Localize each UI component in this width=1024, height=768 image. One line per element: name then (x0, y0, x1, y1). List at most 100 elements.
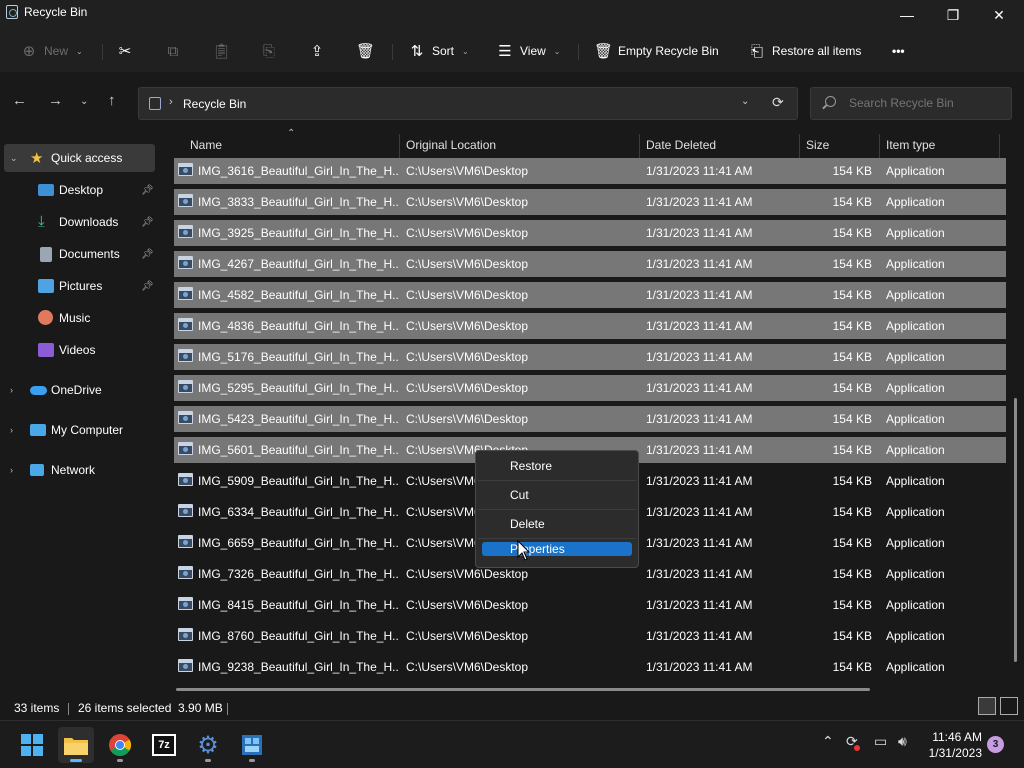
chrome-taskbar-button[interactable] (102, 727, 138, 763)
navigation-pane: ⌄ ★ Quick access Desktop 📌︎ ⤓ Downloads … (0, 134, 160, 688)
chevron-right-icon[interactable]: › (10, 385, 13, 395)
original-location: C:\Users\VM6\Desktop (406, 257, 529, 271)
sidebar-item-documents[interactable]: Documents 📌︎ (0, 240, 156, 268)
sidebar-item-music[interactable]: Music (0, 304, 156, 332)
table-row[interactable]: IMG_5423_Beautiful_Girl_In_The_H... C:\Us… (174, 406, 1006, 432)
details-view-icon[interactable] (978, 697, 996, 715)
application-file-icon (178, 628, 193, 641)
column-header-size[interactable]: Size (806, 138, 829, 152)
installer-icon (242, 735, 262, 755)
menu-item-properties[interactable]: Properties (482, 542, 632, 556)
sidebar-item-onedrive[interactable]: › OneDrive (0, 376, 156, 404)
table-row[interactable]: IMG_4582_Beautiful_Girl_In_The_H... C:\Us… (174, 282, 1006, 308)
close-button[interactable]: ✕ (976, 0, 1022, 30)
sidebar-item-desktop[interactable]: Desktop 📌︎ (0, 176, 156, 204)
sidebar-item-label: Music (59, 311, 91, 325)
chevron-right-icon[interactable]: › (10, 465, 13, 475)
app-taskbar-button[interactable] (234, 727, 270, 763)
clock-date: 1/31/2023 (928, 746, 982, 760)
sidebar-item-my-computer[interactable]: › My Computer (0, 416, 156, 444)
network-display-icon[interactable]: ▭ (874, 733, 887, 750)
chevron-right-icon[interactable]: › (169, 96, 173, 108)
column-divider[interactable] (879, 134, 880, 158)
cut-button[interactable]: ✂ (116, 39, 134, 63)
column-header-item-type[interactable]: Item type (886, 138, 935, 152)
file-explorer-taskbar-button[interactable] (58, 727, 94, 763)
up-arrow-icon[interactable]: ↑ (108, 92, 116, 109)
application-file-icon (178, 287, 193, 300)
copy-button[interactable]: ⧉ (164, 39, 182, 63)
new-button[interactable]: ⊕ New ⌄ (20, 39, 83, 63)
table-row[interactable]: IMG_3925_Beautiful_Girl_In_The_H... C:\Us… (174, 220, 1006, 246)
vertical-scrollbar[interactable] (1014, 398, 1017, 662)
back-arrow-icon[interactable]: ← (12, 92, 27, 109)
sidebar-item-videos[interactable]: Videos (0, 336, 156, 364)
column-header-original-location[interactable]: Original Location (406, 138, 496, 152)
pin-icon[interactable]: 📌︎ (141, 249, 154, 260)
menu-item-restore[interactable]: Restore (482, 455, 632, 477)
table-row[interactable]: IMG_3833_Beautiful_Girl_In_The_H... C:\Us… (174, 189, 1006, 215)
menu-item-cut[interactable]: Cut (482, 484, 632, 506)
file-size: 154 KB (832, 598, 872, 612)
sidebar-item-label: Downloads (59, 215, 119, 229)
sidebar-item-pictures[interactable]: Pictures 📌︎ (0, 272, 156, 300)
chevron-down-icon[interactable]: ⌄ (10, 153, 18, 164)
address-path[interactable]: Recycle Bin (183, 97, 246, 111)
table-row[interactable]: IMG_5176_Beautiful_Girl_In_The_H... C:\Us… (174, 344, 1006, 370)
recent-locations-chevron-icon[interactable]: ⌄ (80, 96, 88, 107)
show-hidden-icons-chevron-icon[interactable]: ⌃ (822, 733, 834, 750)
horizontal-scrollbar[interactable] (176, 688, 870, 691)
system-clock[interactable]: 11:46 AM 1/31/2023 (928, 729, 982, 761)
chevron-down-icon: ⌄ (76, 46, 83, 56)
table-row[interactable]: IMG_5295_Beautiful_Girl_In_The_H... C:\Us… (174, 375, 1006, 401)
table-row[interactable]: IMG_8760_Beautiful_Girl_In_The_H... C:\Us… (174, 623, 1006, 649)
column-divider[interactable] (399, 134, 400, 158)
view-button[interactable]: ☰ View ⌄ (496, 39, 560, 63)
forward-arrow-icon[interactable]: → (48, 92, 63, 109)
sidebar-item-network[interactable]: › Network (0, 456, 156, 484)
refresh-icon[interactable]: ⟳ (772, 94, 784, 111)
delete-button[interactable]: 🗑︎ (356, 39, 375, 63)
column-header-name[interactable]: Name (190, 138, 222, 152)
settings-taskbar-button[interactable]: ⚙ (190, 727, 226, 763)
sort-button[interactable]: ⇅ Sort ⌄ (408, 39, 469, 63)
file-name: IMG_3616_Beautiful_Girl_In_The_H... (198, 164, 398, 178)
item-type: Application (886, 660, 945, 674)
paste-button[interactable]: 📋︎ (212, 39, 231, 63)
address-bar[interactable]: › Recycle Bin ⌄ ⟳ (138, 87, 798, 120)
pin-icon[interactable]: 📌︎ (141, 281, 154, 292)
search-box[interactable] (810, 87, 1012, 120)
minimize-button[interactable]: — (884, 0, 930, 30)
7zip-taskbar-button[interactable]: 7z (146, 727, 182, 763)
table-row[interactable]: IMG_3616_Beautiful_Girl_In_The_H... C:\Us… (174, 158, 1006, 184)
date-deleted: 1/31/2023 11:41 AM (646, 443, 753, 457)
column-divider[interactable] (999, 134, 1000, 158)
table-row[interactable]: IMG_4836_Beautiful_Girl_In_The_H... C:\Us… (174, 313, 1006, 339)
table-row[interactable]: IMG_9238_Beautiful_Girl_In_The_H... C:\Us… (174, 654, 1006, 680)
column-divider[interactable] (639, 134, 640, 158)
pin-icon[interactable]: 📌︎ (141, 217, 154, 228)
file-size: 154 KB (832, 226, 872, 240)
empty-recycle-bin-button[interactable]: 🗑︎ Empty Recycle Bin (594, 39, 719, 63)
start-button[interactable] (14, 727, 50, 763)
large-icons-view-icon[interactable] (1000, 697, 1018, 715)
rename-button[interactable]: ⎘ (260, 39, 278, 63)
column-header-date-deleted[interactable]: Date Deleted (646, 138, 716, 152)
table-row[interactable]: IMG_8415_Beautiful_Girl_In_The_H... C:\Us… (174, 592, 1006, 618)
menu-item-delete[interactable]: Delete (482, 513, 632, 535)
more-options-button[interactable]: ••• (892, 39, 905, 63)
maximize-button[interactable]: ❐ (930, 0, 976, 30)
chevron-right-icon[interactable]: › (10, 425, 13, 435)
pin-icon[interactable]: 📌︎ (141, 185, 154, 196)
volume-icon[interactable]: 🔊︎ (898, 733, 907, 750)
sidebar-item-quick-access[interactable]: ⌄ ★ Quick access (4, 144, 155, 172)
restore-all-button[interactable]: ⎗ Restore all items (748, 39, 861, 63)
share-button[interactable]: ⇪ (308, 39, 326, 63)
notification-badge[interactable]: 3 (987, 736, 1004, 753)
column-divider[interactable] (799, 134, 800, 158)
search-input[interactable] (849, 96, 1009, 110)
address-dropdown-icon[interactable]: ⌄ (741, 96, 749, 107)
mouse-cursor-icon (517, 540, 531, 561)
sidebar-item-downloads[interactable]: ⤓ Downloads 📌︎ (0, 208, 156, 236)
table-row[interactable]: IMG_4267_Beautiful_Girl_In_The_H... C:\Us… (174, 251, 1006, 277)
